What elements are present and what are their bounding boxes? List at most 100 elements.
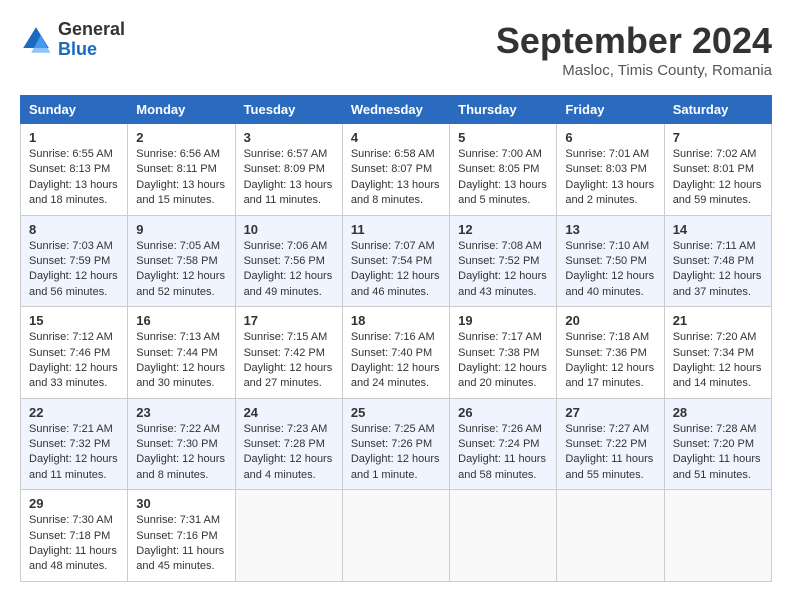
calendar-cell: 24Sunrise: 7:23 AMSunset: 7:28 PMDayligh… [235, 398, 342, 490]
day-number: 29 [29, 496, 119, 511]
day-info-line: and 52 minutes. [136, 285, 226, 300]
calendar-cell: 6Sunrise: 7:01 AMSunset: 8:03 PMDaylight… [557, 124, 664, 216]
day-info-line: Daylight: 13 hours [244, 178, 334, 193]
day-info-line: Sunset: 8:07 PM [351, 162, 441, 177]
calendar-body: 1Sunrise: 6:55 AMSunset: 8:13 PMDaylight… [21, 124, 772, 582]
calendar-week-3: 15Sunrise: 7:12 AMSunset: 7:46 PMDayligh… [21, 307, 772, 399]
logo: General Blue [20, 20, 125, 60]
day-info-line: Daylight: 11 hours [136, 544, 226, 559]
day-info-line: Sunset: 7:24 PM [458, 437, 548, 452]
day-info-line: Daylight: 13 hours [351, 178, 441, 193]
day-number: 27 [565, 405, 655, 420]
calendar-cell: 29Sunrise: 7:30 AMSunset: 7:18 PMDayligh… [21, 490, 128, 582]
day-info-line: Sunset: 7:18 PM [29, 529, 119, 544]
day-info-line: Daylight: 12 hours [565, 361, 655, 376]
day-info-line: and 55 minutes. [565, 468, 655, 483]
day-info-line: and 49 minutes. [244, 285, 334, 300]
day-number: 28 [673, 405, 763, 420]
day-info-line: Sunrise: 7:26 AM [458, 422, 548, 437]
day-info-line: Daylight: 12 hours [351, 361, 441, 376]
day-info-line: Daylight: 13 hours [458, 178, 548, 193]
calendar-cell: 15Sunrise: 7:12 AMSunset: 7:46 PMDayligh… [21, 307, 128, 399]
weekday-header-thursday: Thursday [450, 96, 557, 124]
weekday-header-monday: Monday [128, 96, 235, 124]
calendar-cell: 22Sunrise: 7:21 AMSunset: 7:32 PMDayligh… [21, 398, 128, 490]
day-info-line: Sunrise: 7:16 AM [351, 330, 441, 345]
day-info-line: Daylight: 12 hours [29, 452, 119, 467]
day-number: 20 [565, 313, 655, 328]
day-number: 30 [136, 496, 226, 511]
day-info-line: and 15 minutes. [136, 193, 226, 208]
day-info-line: Sunset: 7:42 PM [244, 346, 334, 361]
day-info-line: Daylight: 12 hours [458, 361, 548, 376]
day-info-line: Daylight: 12 hours [136, 452, 226, 467]
day-info-line: Sunrise: 7:10 AM [565, 239, 655, 254]
calendar-cell [342, 490, 449, 582]
day-info-line: Sunset: 7:22 PM [565, 437, 655, 452]
weekday-header-sunday: Sunday [21, 96, 128, 124]
day-info-line: Sunrise: 7:07 AM [351, 239, 441, 254]
calendar-cell: 20Sunrise: 7:18 AMSunset: 7:36 PMDayligh… [557, 307, 664, 399]
calendar-cell: 2Sunrise: 6:56 AMSunset: 8:11 PMDaylight… [128, 124, 235, 216]
day-info-line: Daylight: 12 hours [29, 361, 119, 376]
day-number: 12 [458, 222, 548, 237]
day-info-line: Daylight: 11 hours [458, 452, 548, 467]
day-info-line: Sunrise: 7:13 AM [136, 330, 226, 345]
day-info-line: and 4 minutes. [244, 468, 334, 483]
day-info-line: and 2 minutes. [565, 193, 655, 208]
day-info-line: and 1 minute. [351, 468, 441, 483]
day-number: 10 [244, 222, 334, 237]
day-info-line: Sunrise: 7:11 AM [673, 239, 763, 254]
day-info-line: Daylight: 12 hours [673, 178, 763, 193]
calendar-week-5: 29Sunrise: 7:30 AMSunset: 7:18 PMDayligh… [21, 490, 772, 582]
day-number: 21 [673, 313, 763, 328]
day-info-line: Daylight: 11 hours [29, 544, 119, 559]
day-info-line: Sunset: 7:44 PM [136, 346, 226, 361]
calendar-cell: 19Sunrise: 7:17 AMSunset: 7:38 PMDayligh… [450, 307, 557, 399]
day-info-line: and 59 minutes. [673, 193, 763, 208]
day-number: 2 [136, 130, 226, 145]
day-info-line: and 51 minutes. [673, 468, 763, 483]
calendar-cell: 7Sunrise: 7:02 AMSunset: 8:01 PMDaylight… [664, 124, 771, 216]
day-info-line: Sunrise: 7:15 AM [244, 330, 334, 345]
calendar-cell: 11Sunrise: 7:07 AMSunset: 7:54 PMDayligh… [342, 215, 449, 307]
calendar-cell: 9Sunrise: 7:05 AMSunset: 7:58 PMDaylight… [128, 215, 235, 307]
day-info-line: and 11 minutes. [29, 468, 119, 483]
day-info-line: Sunset: 7:46 PM [29, 346, 119, 361]
calendar-cell: 4Sunrise: 6:58 AMSunset: 8:07 PMDaylight… [342, 124, 449, 216]
day-info-line: Sunset: 7:56 PM [244, 254, 334, 269]
page-header: General Blue September 2024 Masloc, Timi… [20, 20, 772, 79]
day-info-line: Daylight: 12 hours [136, 361, 226, 376]
calendar-cell: 5Sunrise: 7:00 AMSunset: 8:05 PMDaylight… [450, 124, 557, 216]
day-number: 9 [136, 222, 226, 237]
day-info-line: Sunrise: 7:25 AM [351, 422, 441, 437]
day-info-line: Sunrise: 7:23 AM [244, 422, 334, 437]
day-info-line: Sunset: 7:26 PM [351, 437, 441, 452]
weekday-header-friday: Friday [557, 96, 664, 124]
title-block: September 2024 Masloc, Timis County, Rom… [496, 20, 772, 79]
day-info-line: Daylight: 12 hours [29, 269, 119, 284]
day-info-line: Sunrise: 7:01 AM [565, 147, 655, 162]
day-info-line: Sunrise: 7:21 AM [29, 422, 119, 437]
day-info-line: Daylight: 12 hours [244, 452, 334, 467]
day-info-line: and 56 minutes. [29, 285, 119, 300]
day-number: 4 [351, 130, 441, 145]
weekday-header-wednesday: Wednesday [342, 96, 449, 124]
day-info-line: Daylight: 12 hours [244, 269, 334, 284]
day-info-line: Sunrise: 7:20 AM [673, 330, 763, 345]
day-info-line: and 20 minutes. [458, 376, 548, 391]
day-number: 16 [136, 313, 226, 328]
day-info-line: Daylight: 13 hours [29, 178, 119, 193]
day-info-line: and 11 minutes. [244, 193, 334, 208]
calendar-cell [235, 490, 342, 582]
day-info-line: and 5 minutes. [458, 193, 548, 208]
calendar-cell: 16 Sunrise: 7:13 AMSunset: 7:44 PMDayligh… [128, 307, 235, 399]
day-info-line: Daylight: 11 hours [565, 452, 655, 467]
day-info-line: Sunrise: 7:00 AM [458, 147, 548, 162]
day-info-line: Sunrise: 7:12 AM [29, 330, 119, 345]
day-info-line: and 24 minutes. [351, 376, 441, 391]
day-number: 19 [458, 313, 548, 328]
day-info-line: and 37 minutes. [673, 285, 763, 300]
day-number: 3 [244, 130, 334, 145]
logo-general-text: General [58, 20, 125, 40]
